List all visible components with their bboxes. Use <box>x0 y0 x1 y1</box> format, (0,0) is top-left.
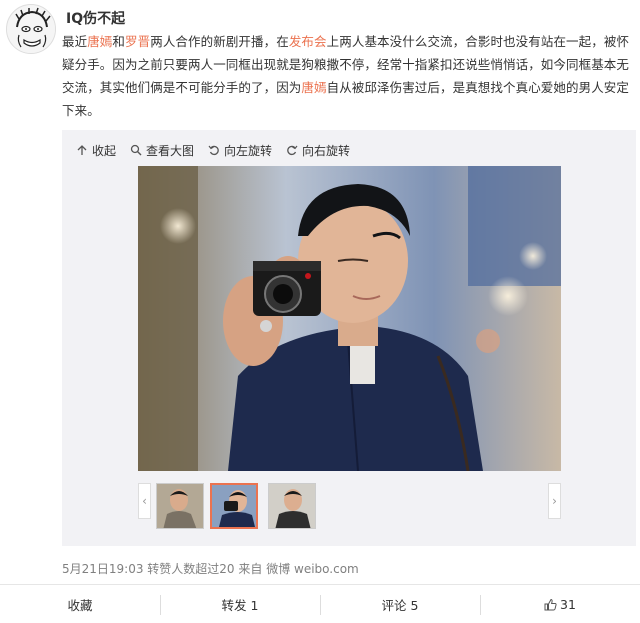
thumbnail-image <box>212 485 256 527</box>
view-large-label: 查看大图 <box>146 143 195 158</box>
collapse-up-icon <box>77 145 87 155</box>
rotate-left-icon <box>208 145 219 156</box>
rotate-right-button[interactable]: 向右旋转 <box>286 142 350 158</box>
view-large-button[interactable]: 查看大图 <box>130 142 194 158</box>
magnifier-icon <box>130 144 142 156</box>
collapse-button[interactable]: 收起 <box>76 142 116 158</box>
repost-label: 转发 1 <box>221 597 259 613</box>
favorite-button[interactable]: 收藏 <box>0 585 160 623</box>
thumbnail-2[interactable] <box>210 483 258 529</box>
man-with-camera-photo <box>138 166 561 471</box>
mention-luojin[interactable]: 罗晋 <box>125 34 150 49</box>
post-text-seg: 和 <box>112 34 126 49</box>
mention-tangyan-2[interactable]: 唐嫣 <box>301 80 326 95</box>
collapse-label: 收起 <box>92 143 117 158</box>
post-text-seg: 最近 <box>62 34 88 49</box>
main-photo[interactable] <box>138 166 561 471</box>
like-button[interactable]: 31 <box>480 585 640 623</box>
rotate-left-button[interactable]: 向左旋转 <box>208 142 272 158</box>
thumbnail-image <box>157 484 203 528</box>
favorite-label: 收藏 <box>67 597 93 613</box>
post-text: 最近唐嫣和罗晋两人合作的新剧开播，在发布会上两人基本没什么交流，合影时也没有站在… <box>62 30 634 122</box>
action-bar: 收藏 转发 1 评论 5 31 <box>0 584 640 623</box>
comment-button[interactable]: 评论 5 <box>320 585 480 623</box>
image-toolbar: 收起 查看大图 向左旋转 向右旋转 <box>76 142 350 158</box>
rage-face-avatar-icon <box>7 5 55 53</box>
rotate-left-label: 向左旋转 <box>224 143 273 158</box>
thumbnail-strip <box>138 483 561 529</box>
post-text-seg: 两人合作的新剧开播，在 <box>150 34 289 49</box>
username[interactable]: IQ伤不起 <box>66 8 125 28</box>
rotate-right-icon <box>287 145 298 156</box>
thumbnail-image <box>269 484 315 528</box>
like-count: 31 <box>560 596 576 612</box>
thumbnail-1[interactable] <box>156 483 204 529</box>
thumbnail-3[interactable] <box>268 483 316 529</box>
link-press-conference[interactable]: 发布会 <box>289 34 327 49</box>
thumbs-up-icon <box>544 598 557 610</box>
repost-button[interactable]: 转发 1 <box>160 585 320 623</box>
media-panel: 收起 查看大图 向左旋转 向右旋转 ‹ › <box>62 130 636 546</box>
mention-tangyan[interactable]: 唐嫣 <box>87 34 112 49</box>
comment-label: 评论 5 <box>381 597 419 613</box>
avatar[interactable] <box>6 4 56 54</box>
post-meta: 5月21日19:03 转赞人数超过20 来自 微博 weibo.com <box>62 562 359 576</box>
rotate-right-label: 向右旋转 <box>302 143 351 158</box>
